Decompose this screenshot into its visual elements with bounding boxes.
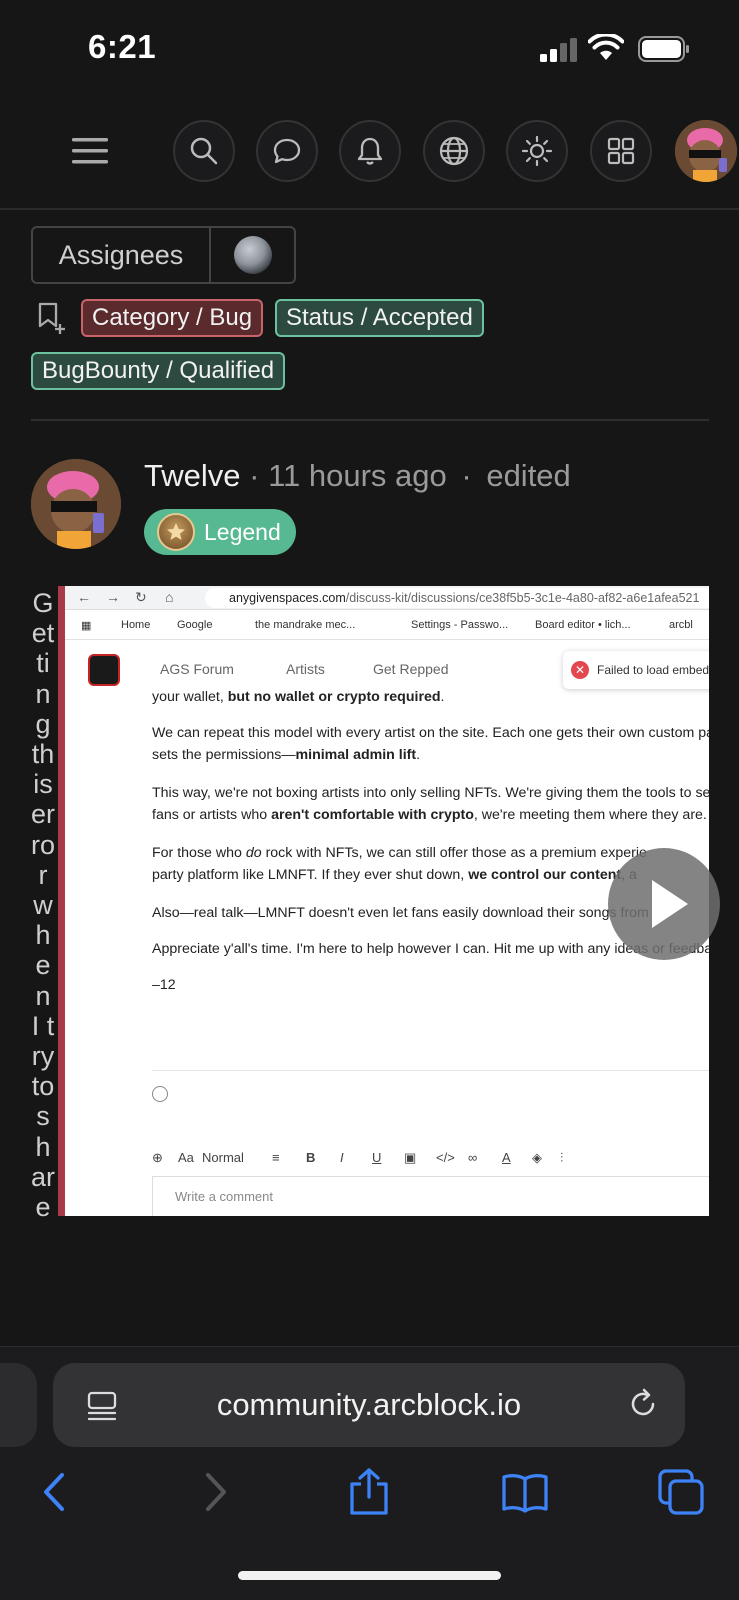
text-color-icon: A (502, 1150, 511, 1165)
safari-bottom-bar: community.arcblock.io (0, 1346, 739, 1600)
post-time: 11 hours ago (268, 458, 447, 493)
assignees-label: Assignees (33, 228, 211, 282)
author-avatar-image (31, 459, 121, 549)
globe-icon (439, 136, 469, 166)
share-icon[interactable] (344, 1467, 394, 1517)
image-icon: ▣ (404, 1150, 417, 1165)
add-icon: ⊕ (152, 1150, 163, 1165)
label-category-bug[interactable]: Category / Bug (81, 299, 264, 337)
add-label-icon[interactable] (34, 300, 68, 336)
badge-label: Legend (204, 518, 281, 545)
comment-divider (152, 1070, 709, 1071)
medal-icon (157, 513, 195, 551)
bold-icon: B (306, 1150, 316, 1165)
underline-icon: U (372, 1150, 382, 1165)
chat-button[interactable] (256, 120, 318, 182)
post-author-name[interactable]: Twelve (144, 458, 240, 493)
bookmark: Board editor • lich... (535, 619, 631, 631)
address-bar[interactable]: community.arcblock.io (53, 1363, 685, 1447)
sun-icon (521, 135, 553, 167)
editor-toolbar: ⊕ Aa Normal ≡ B I U ▣ </> ∞ A ◈ ⫶ (152, 1144, 709, 1174)
bookmarks-icon[interactable] (500, 1467, 550, 1517)
edited-indicator[interactable]: edited (486, 458, 570, 493)
bookmark: the mandrake mec... (255, 619, 356, 631)
bell-icon (357, 137, 383, 165)
top-navigation (0, 100, 739, 210)
error-toast: ✕ Failed to load embed (563, 651, 709, 689)
tabs-icon[interactable] (656, 1467, 706, 1517)
avatar-image (675, 120, 737, 182)
play-icon (652, 880, 688, 928)
user-badge: Legend (144, 509, 296, 555)
post-author-avatar[interactable] (31, 459, 121, 549)
label-status-accepted[interactable]: Status / Accepted (275, 299, 484, 337)
theme-toggle-button[interactable] (506, 120, 568, 182)
site-nav-item: Artists (286, 661, 325, 677)
code-icon: </> (436, 1150, 455, 1165)
chat-bubble-icon (273, 138, 301, 164)
bookmark: arcbl (669, 619, 693, 631)
comment-input: Write a comment (152, 1176, 709, 1216)
embedded-url: anygivenspaces.com/discuss-kit/discussio… (205, 588, 709, 608)
forward-icon[interactable] (190, 1467, 240, 1517)
apps-button[interactable] (590, 120, 652, 182)
home-icon: ⌂ (165, 589, 174, 605)
back-arrow-icon: ← (77, 589, 91, 605)
back-icon[interactable] (30, 1467, 80, 1517)
assignee-avatar[interactable] (211, 228, 294, 282)
meta-separator: · (461, 458, 472, 493)
reload-icon[interactable] (626, 1387, 660, 1421)
apps-grid-icon (607, 137, 635, 165)
status-bar: 6:21 (0, 0, 739, 100)
bookmark: Google (177, 619, 213, 631)
more-settings-icon: ⫶ (560, 1150, 564, 1165)
status-time: 6:21 (88, 28, 157, 65)
link-icon: ∞ (468, 1150, 478, 1165)
emoji-icon (152, 1086, 168, 1102)
forward-arrow-icon: → (106, 589, 120, 605)
wifi-icon (588, 34, 624, 60)
reload-icon: ↻ (135, 589, 147, 605)
embedded-browser-bar: ← → ↻ ⌂ anygivenspaces.com/discuss-kit/d… (65, 586, 709, 610)
assignees-field[interactable]: Assignees (31, 226, 296, 284)
toast-message: Failed to load embed (597, 663, 709, 677)
cellular-signal-icon (540, 38, 577, 62)
site-nav-item: Get Repped (373, 661, 449, 677)
menu-icon[interactable] (70, 134, 112, 168)
site-logo (88, 654, 120, 686)
bookmark: Settings - Passwo... (411, 619, 509, 631)
text-style-icon: Aa (178, 1150, 194, 1165)
site-nav-item: AGS Forum (160, 661, 234, 677)
error-icon: ✕ (571, 661, 589, 679)
bookmark: Home (121, 619, 151, 631)
highlight-icon: ◈ (532, 1150, 542, 1165)
search-button[interactable] (173, 120, 235, 182)
battery-icon (638, 36, 689, 62)
meta-separator: · (249, 458, 260, 493)
play-video-button[interactable] (608, 848, 720, 960)
search-icon (190, 137, 218, 165)
language-button[interactable] (423, 120, 485, 182)
section-divider (31, 419, 709, 421)
label-bugbounty-qualified[interactable]: BugBounty / Qualified (31, 352, 286, 390)
notifications-button[interactable] (339, 120, 401, 182)
embedded-bookmarks-bar: ▦ Home Google the mandrake mec... Settin… (65, 610, 709, 640)
post-meta: Twelve · 11 hours ago · edited (144, 458, 571, 494)
home-indicator (238, 1571, 501, 1580)
editor-style-select: Normal (202, 1150, 244, 1165)
italic-icon: I (340, 1150, 344, 1165)
post-body-text: Getting this error when I try to share (30, 588, 55, 1223)
align-icon: ≡ (272, 1150, 280, 1165)
apps-grid-icon: ▦ (81, 620, 92, 632)
address-text: community.arcblock.io (216, 1387, 522, 1422)
previous-tab-preview[interactable] (0, 1363, 37, 1447)
user-avatar[interactable] (675, 120, 737, 182)
